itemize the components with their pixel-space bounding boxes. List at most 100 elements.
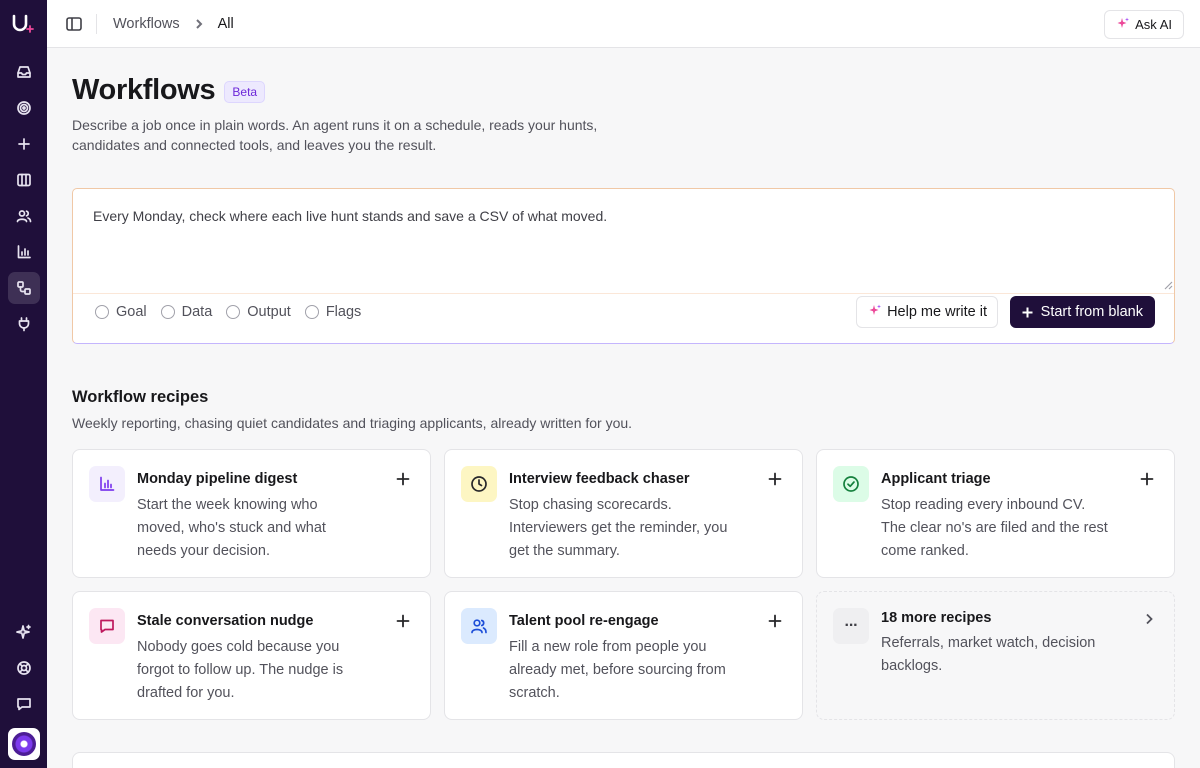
chat-icon xyxy=(89,608,125,644)
add-recipe-button[interactable] xyxy=(396,472,410,486)
page-subtitle: Describe a job once in plain words. An a… xyxy=(72,117,598,153)
breadcrumb-current: All xyxy=(217,15,234,32)
prompt-chips: Goal Data Output Flags xyxy=(95,304,361,320)
plus-icon xyxy=(396,472,410,486)
recipe-card-feedback-chaser[interactable]: Interview feedback chaser Stop chasing s… xyxy=(444,449,803,578)
recipes-grid: Monday pipeline digest Start the week kn… xyxy=(72,449,1175,720)
recipe-card-stale-nudge[interactable]: Stale conversation nudge Nobody goes col… xyxy=(72,591,431,720)
plus-icon xyxy=(396,614,410,628)
people-icon xyxy=(461,608,497,644)
main-content: Workflows Beta Describe a job once in pl… xyxy=(72,48,1175,720)
beta-badge: Beta xyxy=(224,81,266,103)
radio-icon xyxy=(226,305,241,319)
nav-messages[interactable] xyxy=(8,688,40,720)
start-from-blank-button[interactable]: Start from blank xyxy=(1009,296,1155,328)
add-recipe-button[interactable] xyxy=(396,614,410,628)
divider xyxy=(96,13,97,34)
clock-icon xyxy=(461,466,497,502)
plus-icon xyxy=(768,614,782,628)
nav-targets[interactable] xyxy=(8,92,40,124)
radio-icon xyxy=(160,305,175,319)
nav-integrations[interactable] xyxy=(8,308,40,340)
more-dots-label: ··· xyxy=(844,617,859,634)
add-recipe-button[interactable] xyxy=(768,614,782,628)
workflow-icon xyxy=(16,281,31,295)
avatar[interactable] xyxy=(7,728,40,760)
add-recipe-button[interactable] xyxy=(768,472,782,486)
check-circle-icon xyxy=(833,466,869,502)
nav-workflows[interactable] xyxy=(7,272,40,304)
nav-analytics[interactable] xyxy=(8,236,40,268)
plus-icon xyxy=(17,138,30,150)
chip-label: Output xyxy=(247,304,291,320)
recipe-title: Talent pool re-engage xyxy=(509,613,659,629)
chevron-right-icon xyxy=(1142,612,1156,631)
nav-help[interactable] xyxy=(8,652,40,684)
plus-icon xyxy=(768,472,782,486)
workflow-composer[interactable]: Every Monday, check where each live hunt… xyxy=(72,188,1175,344)
app-logo[interactable] xyxy=(0,0,47,47)
chevron-right-icon xyxy=(193,18,205,30)
chip-label: Flags xyxy=(325,304,362,320)
nav-board[interactable] xyxy=(8,164,40,196)
blank-label: Start from blank xyxy=(1040,304,1143,320)
radio-icon xyxy=(304,305,319,319)
recipe-title: Interview feedback chaser xyxy=(509,471,690,487)
recipe-desc: Stop reading every inbound CV. The clear… xyxy=(881,497,1108,559)
next-section-card xyxy=(72,752,1175,768)
sparkle-icon xyxy=(869,304,882,320)
sparkles-icon xyxy=(15,624,31,639)
plug-icon xyxy=(18,317,29,332)
more-recipes-title: 18 more recipes xyxy=(881,610,992,626)
chip-label: Goal xyxy=(116,304,147,320)
inbox-icon xyxy=(16,66,31,78)
more-recipes-desc: Referrals, market watch, decision backlo… xyxy=(881,635,1096,674)
target-icon xyxy=(16,101,31,115)
chip-flags[interactable]: Flags xyxy=(304,304,362,320)
page-title: Workflows xyxy=(72,74,216,106)
recipes-subtitle: Weekly reporting, chasing quiet candidat… xyxy=(72,415,633,431)
sparkle-icon xyxy=(1117,17,1130,32)
recipe-card-monday-digest[interactable]: Monday pipeline digest Start the week kn… xyxy=(72,449,431,578)
recipe-title: Applicant triage xyxy=(881,471,991,487)
message-icon xyxy=(16,698,31,711)
sidebar xyxy=(0,0,47,768)
recipe-title: Stale conversation nudge xyxy=(137,613,314,629)
recipe-desc: Nobody goes cold because you forgot to f… xyxy=(137,639,344,701)
more-dots-icon: ··· xyxy=(833,608,869,644)
workflow-prompt-input[interactable]: Every Monday, check where each live hunt… xyxy=(93,208,607,224)
ask-ai-button[interactable]: Ask AI xyxy=(1104,10,1184,39)
chip-output[interactable]: Output xyxy=(226,304,291,320)
sidebar-toggle-button[interactable] xyxy=(65,15,83,33)
nav-people[interactable] xyxy=(8,200,40,232)
nav-add[interactable] xyxy=(8,128,40,160)
chip-data[interactable]: Data xyxy=(160,304,213,320)
nav-ai[interactable] xyxy=(8,616,40,648)
help-me-write-button[interactable]: Help me write it xyxy=(856,296,998,328)
panel-left-icon xyxy=(66,16,82,31)
radio-icon xyxy=(95,305,109,319)
breadcrumb-workflows[interactable]: Workflows xyxy=(113,16,180,32)
help-icon xyxy=(16,661,31,675)
bar-chart-icon xyxy=(89,466,125,502)
nav-inbox[interactable] xyxy=(8,56,40,88)
plus-icon xyxy=(1022,307,1033,317)
add-recipe-button[interactable] xyxy=(1140,472,1154,486)
top-bar: Workflows All Ask AI xyxy=(47,0,1200,48)
chip-goal[interactable]: Goal xyxy=(95,304,147,320)
users-icon xyxy=(16,210,31,223)
recipe-desc: Start the week knowing who moved, who's … xyxy=(137,497,326,559)
more-recipes-card[interactable]: ··· 18 more recipes Referrals, market wa… xyxy=(816,591,1175,720)
recipe-desc: Stop chasing scorecards. Interviewers ge… xyxy=(509,497,728,559)
help-label: Help me write it xyxy=(887,304,987,320)
recipes-title: Workflow recipes xyxy=(72,388,209,406)
chip-label: Data xyxy=(181,304,213,320)
recipe-card-talent-pool[interactable]: Talent pool re-engage Fill a new role fr… xyxy=(444,591,803,720)
composer-divider xyxy=(73,293,1174,294)
plus-icon xyxy=(1140,472,1154,486)
avatar-image xyxy=(11,732,36,756)
recipe-card-applicant-triage[interactable]: Applicant triage Stop reading every inbo… xyxy=(816,449,1175,578)
ask-ai-label: Ask AI xyxy=(1135,17,1172,32)
chart-icon xyxy=(17,245,31,259)
recipe-title: Monday pipeline digest xyxy=(137,471,298,487)
